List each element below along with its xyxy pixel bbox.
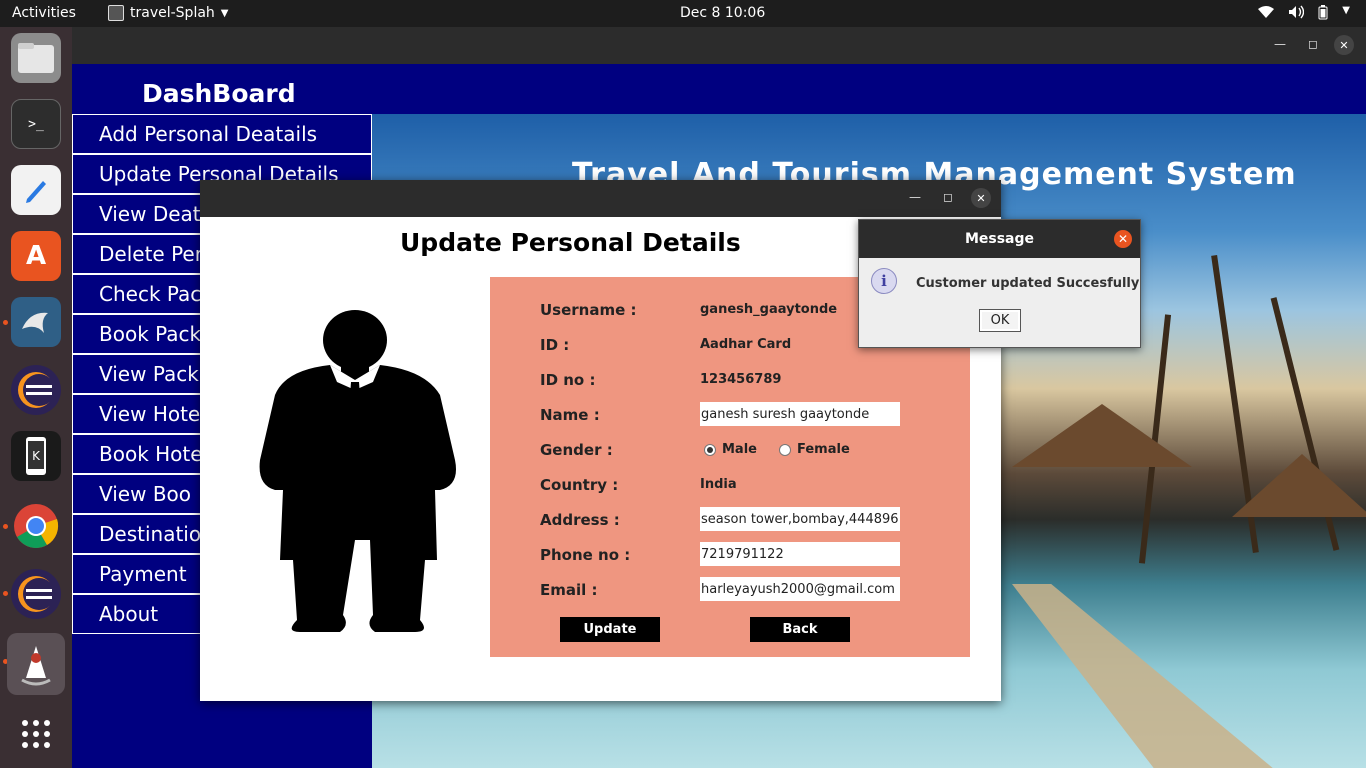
email-field[interactable] (700, 577, 900, 601)
app-menu[interactable]: travel-Splah ▼ (108, 5, 228, 21)
text-editor-icon[interactable] (11, 165, 61, 215)
files-icon[interactable] (11, 33, 61, 83)
maximize-icon[interactable]: ◻ (1308, 37, 1318, 51)
gender-female-label: Female (797, 442, 850, 457)
menu-item-add-personal-details[interactable]: Add Personal Deatails (72, 114, 372, 154)
radio-selected-icon (704, 443, 716, 456)
activities-button[interactable]: Activities (12, 5, 76, 21)
eclipse-icon-2[interactable] (11, 569, 61, 619)
wifi-icon (1258, 5, 1275, 24)
id-no-value: 123456789 (700, 372, 782, 387)
running-indicator (3, 320, 8, 325)
hut (1012, 404, 1192, 467)
kde-connect-icon[interactable]: K (11, 431, 61, 481)
page-title: Update Personal Details (400, 228, 741, 257)
system-tray[interactable]: ▼ (1258, 5, 1350, 24)
dashboard-title: DashBoard (142, 79, 296, 108)
dock: >_ A K (0, 27, 72, 768)
address-field[interactable] (700, 507, 900, 531)
name-field[interactable] (700, 402, 900, 426)
info-icon: i (871, 268, 897, 294)
close-icon[interactable]: ✕ (1114, 230, 1132, 248)
clock[interactable]: Dec 8 10:06 (680, 5, 765, 21)
gender-male-label: Male (722, 442, 757, 457)
app-icon (108, 5, 124, 21)
country-label: Country : (540, 476, 619, 494)
country-value: India (700, 477, 737, 492)
gender-male-radio[interactable]: Male (704, 442, 757, 457)
back-button[interactable]: Back (750, 617, 850, 642)
chrome-icon[interactable] (11, 501, 61, 551)
terminal-icon[interactable]: >_ (11, 99, 61, 149)
update-button[interactable]: Update (560, 617, 660, 642)
running-indicator (3, 524, 8, 529)
svg-text:K: K (32, 449, 41, 463)
running-indicator (3, 591, 8, 596)
minimize-icon[interactable]: — (1274, 37, 1286, 51)
dialog-title: Message (964, 231, 1035, 247)
top-bar: Activities travel-Splah ▼ Dec 8 10:06 ▼ (0, 0, 1366, 27)
close-icon[interactable]: ✕ (1334, 35, 1354, 55)
minimize-icon[interactable]: — (909, 190, 921, 204)
message-text: Customer updated Succesfully (916, 276, 1140, 291)
volume-icon (1288, 5, 1305, 24)
software-store-icon[interactable]: A (11, 231, 61, 281)
name-label: Name : (540, 406, 600, 424)
chevron-down-icon: ▼ (1342, 5, 1350, 16)
eclipse-icon[interactable] (11, 365, 61, 415)
app-grid-icon[interactable] (11, 709, 61, 759)
pier (1012, 584, 1292, 768)
username-label: Username : (540, 301, 637, 319)
close-icon[interactable]: ✕ (971, 188, 991, 208)
maximize-icon[interactable]: ◻ (943, 190, 953, 204)
window-titlebar[interactable]: — ◻ ✕ (200, 180, 1001, 217)
phone-field[interactable] (700, 542, 900, 566)
java-icon[interactable] (7, 633, 65, 695)
mysql-workbench-icon[interactable] (11, 297, 61, 347)
phone-label: Phone no : (540, 546, 631, 564)
person-silhouette-image (255, 310, 465, 644)
gender-female-radio[interactable]: Female (779, 442, 850, 457)
dialog-titlebar[interactable]: Message ✕ (859, 220, 1140, 258)
app-menu-label: travel-Splah (130, 5, 215, 21)
id-no-label: ID no : (540, 371, 596, 389)
id-value: Aadhar Card (700, 337, 792, 352)
radio-unselected-icon (779, 443, 791, 456)
id-label: ID : (540, 336, 570, 354)
message-dialog: Message ✕ i Customer updated Succesfully… (858, 219, 1141, 348)
chevron-down-icon: ▼ (220, 7, 229, 19)
battery-icon (1318, 5, 1328, 24)
window-titlebar[interactable]: — ◻ ✕ (72, 27, 1366, 64)
ok-button[interactable]: OK (979, 309, 1021, 332)
address-label: Address : (540, 511, 620, 529)
gender-label: Gender : (540, 441, 613, 459)
username-value: ganesh_gaaytonde (700, 302, 838, 317)
email-label: Email : (540, 581, 598, 599)
